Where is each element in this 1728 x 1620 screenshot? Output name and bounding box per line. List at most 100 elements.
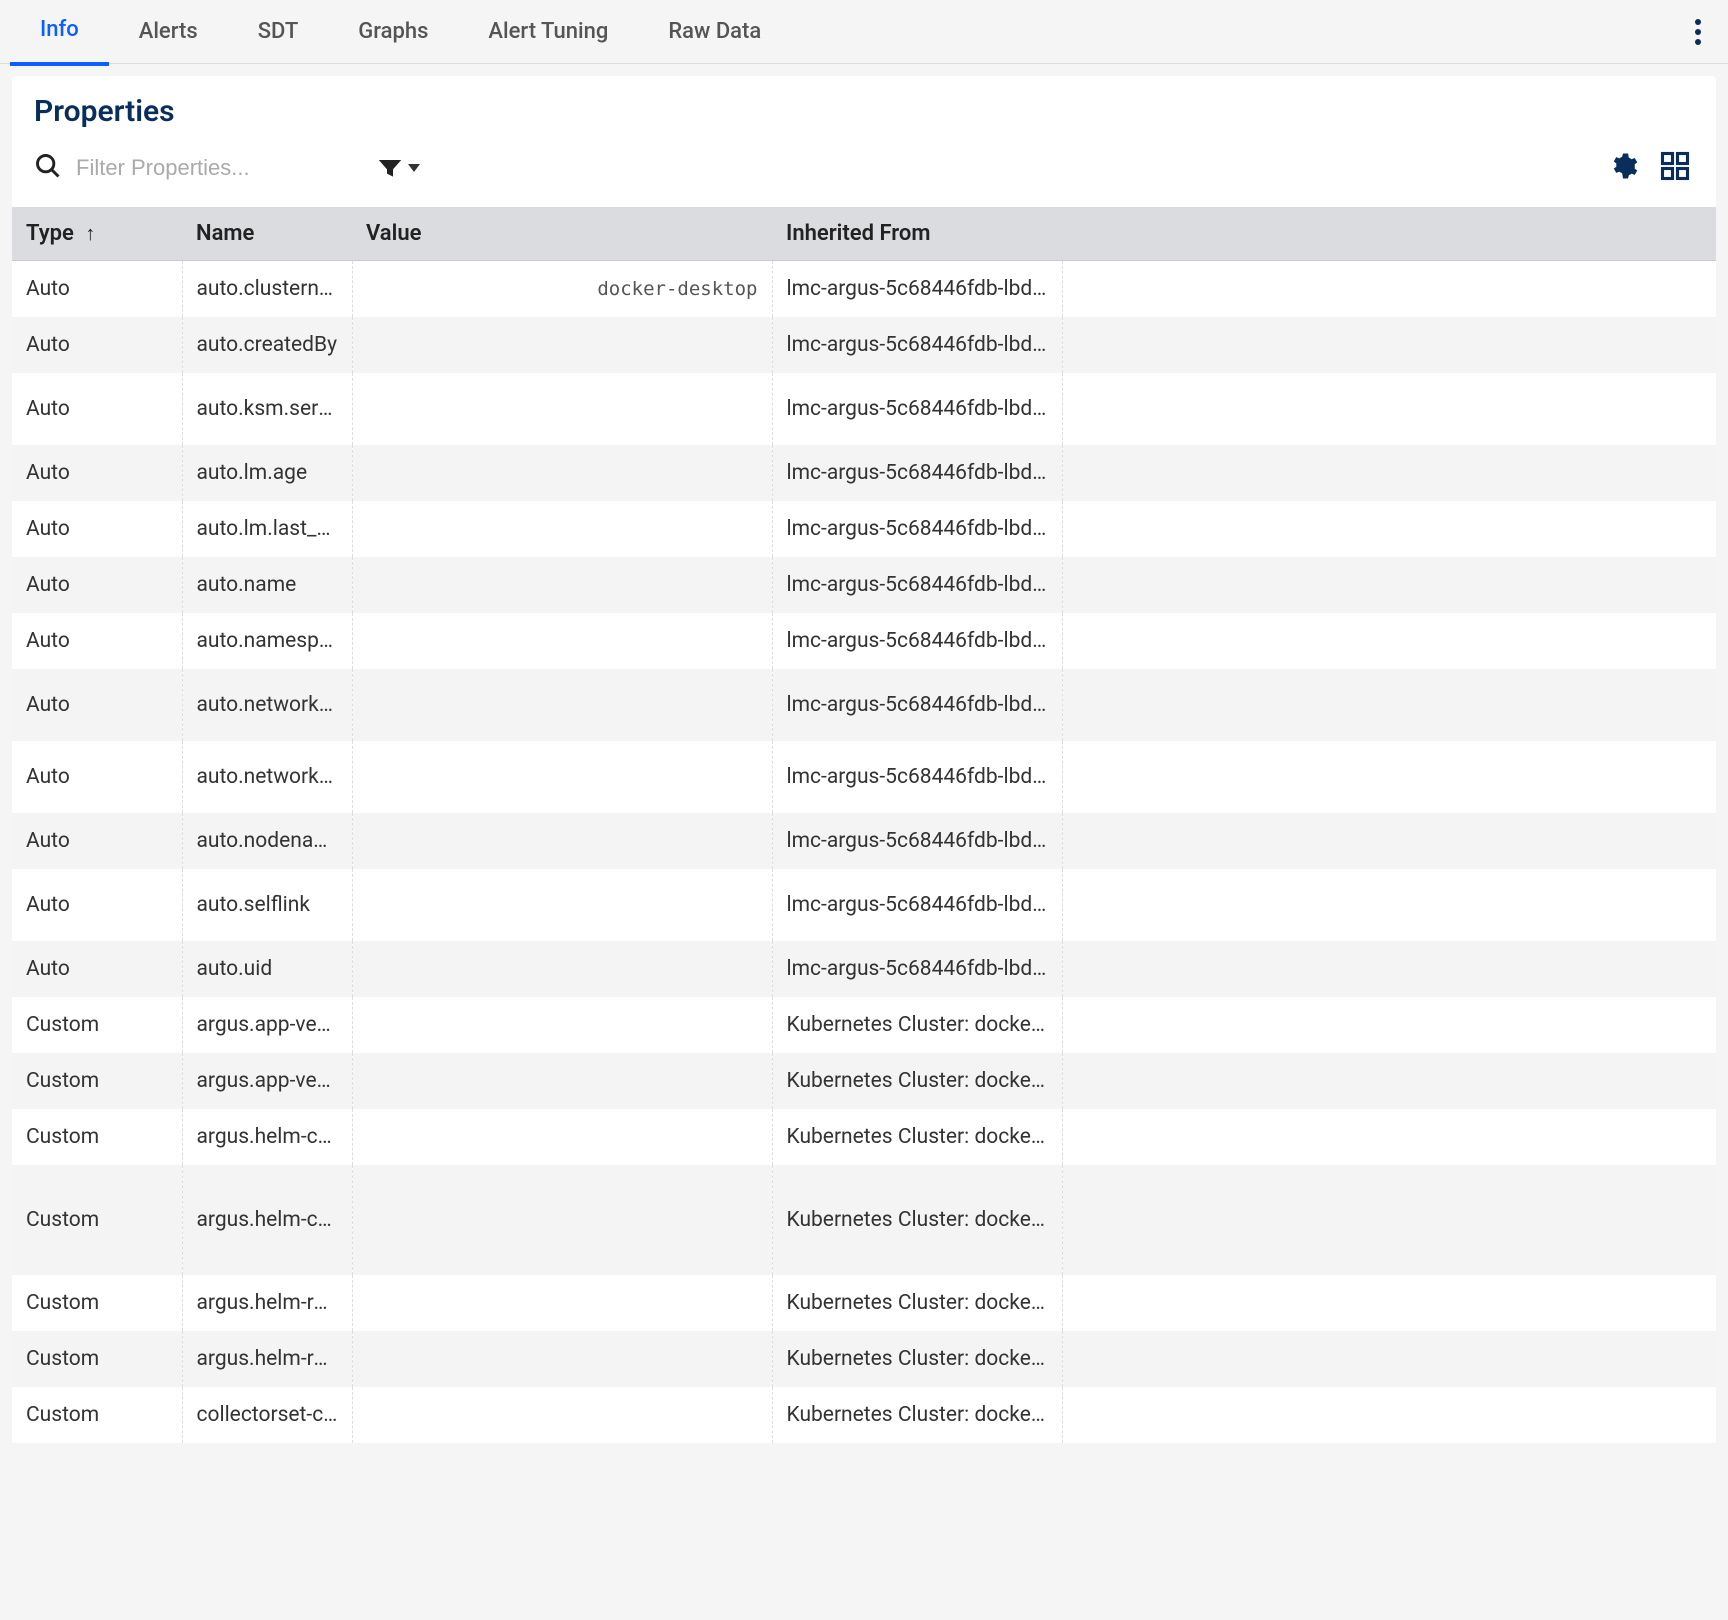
column-header-inherited[interactable]: Inherited From: [772, 207, 1062, 261]
tab-alerts[interactable]: Alerts: [109, 0, 228, 64]
cell-actions: [1062, 669, 1716, 741]
cell-name: argus.helm-revi...: [182, 1331, 352, 1387]
table-row[interactable]: Autoauto.selflinklmc-argus-5c68446fdb-lb…: [12, 869, 1716, 941]
cell-inherited: Kubernetes Cluster: docker-deskt: [772, 1387, 1062, 1443]
cell-type: Custom: [12, 997, 182, 1053]
table-row[interactable]: Autoauto.nodenamelmc-argus-5c68446fdb-lb…: [12, 813, 1716, 869]
cell-name: auto.createdBy: [182, 317, 352, 373]
tab-alert-tuning[interactable]: Alert Tuning: [458, 0, 638, 64]
cell-inherited: lmc-argus-5c68446fdb-lbdvp-p: [772, 445, 1062, 501]
cell-actions: [1062, 1109, 1716, 1165]
cell-inherited: lmc-argus-5c68446fdb-lbdvp-p: [772, 813, 1062, 869]
table-row[interactable]: Customargus.helm-cha...Kubernetes Cluste…: [12, 1165, 1716, 1275]
grid-view-icon[interactable]: [1656, 147, 1694, 189]
cell-value: [352, 1275, 772, 1331]
sort-ascending-icon: ↑: [85, 221, 95, 246]
cell-inherited: lmc-argus-5c68446fdb-lbdvp-p: [772, 373, 1062, 445]
cell-name: auto.clustername: [182, 261, 352, 317]
tab-info[interactable]: Info: [10, 0, 109, 66]
table-row[interactable]: Autoauto.lm.last_ch... lmc-argus-5c68446f…: [12, 501, 1716, 557]
column-header-actions: [1062, 207, 1716, 261]
table-row[interactable]: Customargus.helm-revi...Kubernetes Clust…: [12, 1331, 1716, 1387]
cell-type: Auto: [12, 613, 182, 669]
panel-title: Properties: [34, 94, 1694, 129]
cell-value: [352, 669, 772, 741]
cell-type: Custom: [12, 1165, 182, 1275]
tab-sdt[interactable]: SDT: [228, 0, 329, 64]
cell-value: [352, 445, 772, 501]
cell-type: Auto: [12, 373, 182, 445]
cell-value: [352, 1109, 772, 1165]
filter-dropdown-button[interactable]: [378, 156, 420, 180]
cell-actions: [1062, 997, 1716, 1053]
cell-name: collectorset-con...: [182, 1387, 352, 1443]
cell-value: [352, 557, 772, 613]
cell-actions: [1062, 501, 1716, 557]
cell-type: Auto: [12, 317, 182, 373]
table-row[interactable]: Autoauto.lm.agelmc-argus-5c68446fdb-lbdv…: [12, 445, 1716, 501]
cell-value: [352, 613, 772, 669]
properties-panel: Properties: [12, 76, 1716, 1443]
settings-icon[interactable]: [1604, 147, 1642, 189]
tab-graphs[interactable]: Graphs: [328, 0, 458, 64]
column-header-name[interactable]: Name: [182, 207, 352, 261]
table-row[interactable]: Customcollectorset-con... Kubernetes Clus…: [12, 1387, 1716, 1443]
cell-inherited: lmc-argus-5c68446fdb-lbdvp-p: [772, 741, 1062, 813]
cell-name: auto.uid: [182, 941, 352, 997]
table-row[interactable]: Customargus.helm-chartKubernetes Cluster…: [12, 1109, 1716, 1165]
cell-inherited: lmc-argus-5c68446fdb-lbdvp-p: [772, 557, 1062, 613]
cell-type: Auto: [12, 501, 182, 557]
cell-value: [352, 317, 772, 373]
cell-name: auto.lm.last_ch...: [182, 501, 352, 557]
cell-name: auto.name: [182, 557, 352, 613]
cell-actions: [1062, 613, 1716, 669]
cell-actions: [1062, 1165, 1716, 1275]
cell-type: Auto: [12, 813, 182, 869]
cell-actions: [1062, 1275, 1716, 1331]
cell-inherited: Kubernetes Cluster: docker-deskt: [772, 1275, 1062, 1331]
cell-type: Auto: [12, 741, 182, 813]
cell-value: [352, 1165, 772, 1275]
cell-value: docker-desktop: [352, 261, 772, 317]
cell-type: Auto: [12, 869, 182, 941]
filter-input[interactable]: [76, 155, 364, 181]
table-row[interactable]: Autoauto.namespacelmc-argus-5c68446fdb-l…: [12, 613, 1716, 669]
cell-actions: [1062, 741, 1716, 813]
cell-value: [352, 997, 772, 1053]
search-icon[interactable]: [34, 152, 62, 184]
column-header-value[interactable]: Value: [352, 207, 772, 261]
cell-value: [352, 1053, 772, 1109]
cell-type: Auto: [12, 669, 182, 741]
cell-name: argus.app-versi...: [182, 1053, 352, 1109]
table-row[interactable]: Autoauto.uidlmc-argus-5c68446fdb-lbdvp-p: [12, 941, 1716, 997]
table-row[interactable]: Customargus.helm-revi...Kubernetes Clust…: [12, 1275, 1716, 1331]
cell-value: [352, 869, 772, 941]
cell-actions: [1062, 261, 1716, 317]
properties-table: Type ↑ Name Value Inherited From Autoaut…: [12, 207, 1716, 1443]
cell-value: [352, 741, 772, 813]
cell-inherited: lmc-argus-5c68446fdb-lbdvp-p: [772, 501, 1062, 557]
cell-type: Custom: [12, 1387, 182, 1443]
cell-value: [352, 1387, 772, 1443]
table-row[interactable]: Autoauto.namelmc-argus-5c68446fdb-lbdvp-…: [12, 557, 1716, 613]
table-row[interactable]: Customargus.app-versi... Kubernetes Clust…: [12, 1053, 1716, 1109]
table-row[interactable]: Autoauto.clusternamedocker-desktoplmc-ar…: [12, 261, 1716, 317]
cell-value: [352, 1331, 772, 1387]
cell-name: auto.ksm.service...: [182, 373, 352, 445]
cell-type: Auto: [12, 941, 182, 997]
tab-raw-data[interactable]: Raw Data: [638, 0, 791, 64]
more-menu-icon[interactable]: [1678, 9, 1718, 55]
cell-name: auto.selflink: [182, 869, 352, 941]
table-row[interactable]: Autoauto.network.na...lmc-argus-5c68446f…: [12, 669, 1716, 741]
column-header-type[interactable]: Type ↑: [12, 207, 182, 261]
table-row[interactable]: Customargus.app-versi...Kubernetes Clust…: [12, 997, 1716, 1053]
cell-actions: [1062, 1331, 1716, 1387]
cell-inherited: Kubernetes Cluster: docker-deskt: [772, 1053, 1062, 1109]
cell-name: auto.network.na...: [182, 669, 352, 741]
cell-name: auto.namespace: [182, 613, 352, 669]
cell-name: argus.helm-revi...: [182, 1275, 352, 1331]
table-row[interactable]: Autoauto.network.re...lmc-argus-5c68446f…: [12, 741, 1716, 813]
table-row[interactable]: Autoauto.ksm.service... lmc-argus-5c68446…: [12, 373, 1716, 445]
cell-type: Custom: [12, 1053, 182, 1109]
table-row[interactable]: Autoauto.createdBylmc-argus-5c68446fdb-l…: [12, 317, 1716, 373]
